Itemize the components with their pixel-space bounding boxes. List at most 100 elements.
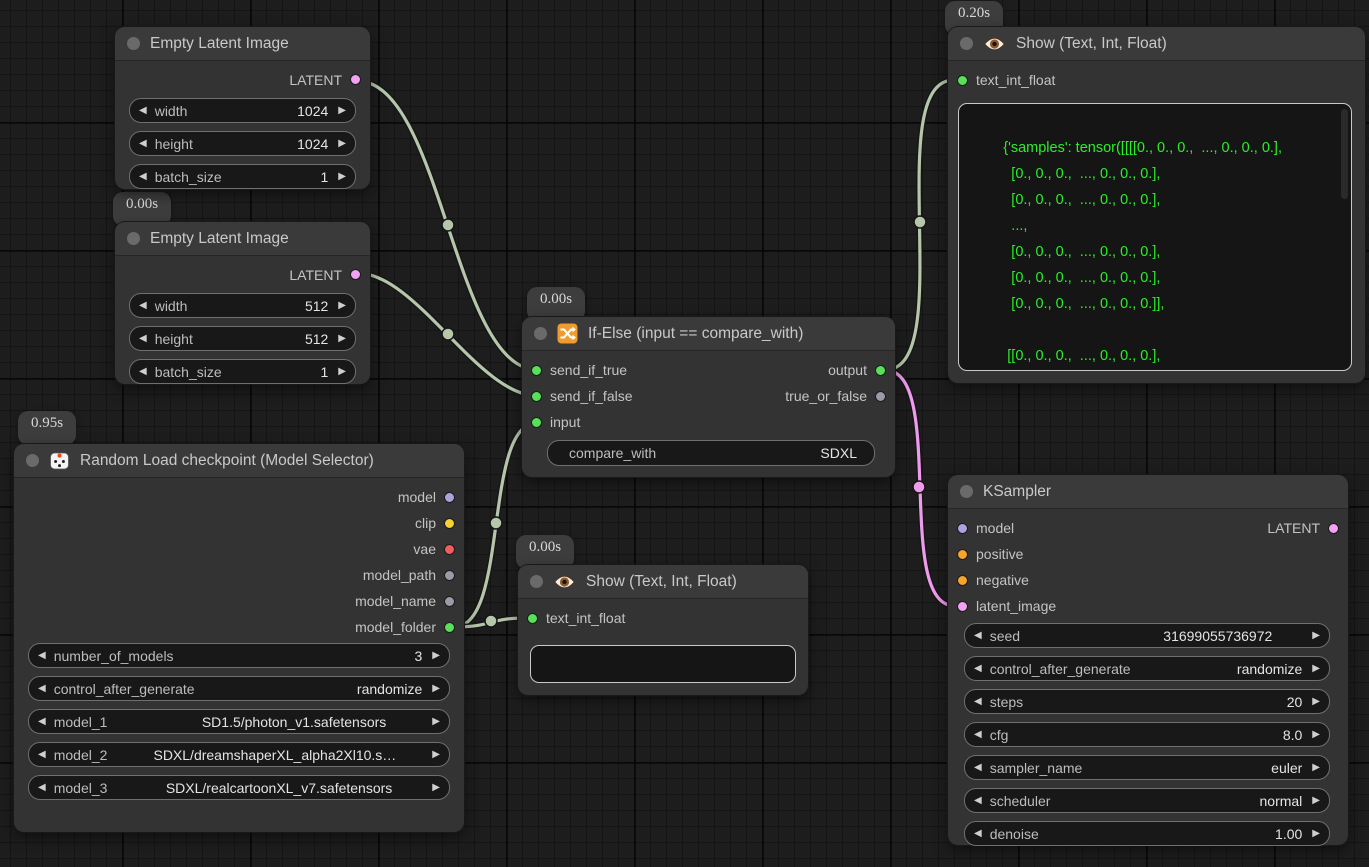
output-slot-latent[interactable] xyxy=(350,74,361,85)
node-empty-latent-image-2[interactable]: Empty Latent Image LATENT ◀ width 512 ▶ … xyxy=(115,222,370,384)
decrement-arrow-icon[interactable]: ◀ xyxy=(139,106,147,116)
collapse-dot-icon[interactable] xyxy=(127,37,140,50)
collapse-dot-icon[interactable] xyxy=(534,327,547,340)
decrement-arrow-icon[interactable]: ◀ xyxy=(38,684,46,694)
input-slot-text-int-float[interactable] xyxy=(957,75,968,86)
decrement-arrow-icon[interactable]: ◀ xyxy=(38,717,46,727)
increment-arrow-icon[interactable]: ▶ xyxy=(338,301,346,311)
node-random-load-checkpoint[interactable]: Random Load checkpoint (Model Selector) … xyxy=(14,444,464,832)
collapse-dot-icon[interactable] xyxy=(960,37,973,50)
output-slot-true-or-false[interactable] xyxy=(875,391,886,402)
increment-arrow-icon[interactable]: ▶ xyxy=(1312,796,1320,806)
widget-compare-with[interactable]: compare_with SDXL xyxy=(547,440,875,466)
input-slot-latent-image[interactable] xyxy=(957,601,968,612)
decrement-arrow-icon[interactable]: ◀ xyxy=(974,829,982,839)
node-show-text-small[interactable]: Show (Text, Int, Float) text_int_float S… xyxy=(518,565,808,695)
widget-batch-size[interactable]: ◀ batch_size 1 ▶ xyxy=(129,359,356,384)
increment-arrow-icon[interactable]: ▶ xyxy=(1312,829,1320,839)
widget-seed[interactable]: ◀ seed 31699055736972 ▶ xyxy=(964,623,1330,648)
widget-batch-size[interactable]: ◀ batch_size 1 ▶ xyxy=(129,164,356,189)
widget-model-2[interactable]: ◀ model_2 SDXL/dreamshaperXL_alpha2Xl10.… xyxy=(28,742,450,767)
decrement-arrow-icon[interactable]: ◀ xyxy=(139,172,147,182)
increment-arrow-icon[interactable]: ▶ xyxy=(432,750,440,760)
widget-value: SD1.5/photon_v1.safetensors xyxy=(202,714,386,730)
output-slot-model[interactable] xyxy=(444,492,455,503)
input-slot-positive[interactable] xyxy=(957,549,968,560)
output-slot-latent[interactable] xyxy=(350,269,361,280)
widget-cfg[interactable]: ◀ cfg 8.0 ▶ xyxy=(964,722,1330,747)
widget-model-3[interactable]: ◀ model_3 SDXL/realcartoonXL_v7.safetens… xyxy=(28,775,450,800)
increment-arrow-icon[interactable]: ▶ xyxy=(338,334,346,344)
increment-arrow-icon[interactable]: ▶ xyxy=(338,172,346,182)
increment-arrow-icon[interactable]: ▶ xyxy=(1312,631,1320,641)
collapse-dot-icon[interactable] xyxy=(960,485,973,498)
decrement-arrow-icon[interactable]: ◀ xyxy=(139,139,147,149)
node-empty-latent-image-1[interactable]: Empty Latent Image LATENT ◀ width 1024 ▶… xyxy=(115,27,370,189)
output-slot-output[interactable] xyxy=(875,365,886,376)
collapse-dot-icon[interactable] xyxy=(26,454,39,467)
wire-midpoint-dot[interactable] xyxy=(914,216,926,228)
input-slot-send-if-false[interactable] xyxy=(531,391,542,402)
decrement-arrow-icon[interactable]: ◀ xyxy=(38,783,46,793)
increment-arrow-icon[interactable]: ▶ xyxy=(338,139,346,149)
increment-arrow-icon[interactable]: ▶ xyxy=(1312,763,1320,773)
input-slot-model[interactable] xyxy=(957,523,968,534)
widget-steps[interactable]: ◀ steps 20 ▶ xyxy=(964,689,1330,714)
increment-arrow-icon[interactable]: ▶ xyxy=(1312,664,1320,674)
input-slot-send-if-true[interactable] xyxy=(531,365,542,376)
node-show-text-top[interactable]: Show (Text, Int, Float) text_int_float {… xyxy=(948,27,1365,383)
wire-midpoint-dot[interactable] xyxy=(913,481,925,493)
widget-width[interactable]: ◀ width 1024 ▶ xyxy=(129,98,356,123)
textbox-scrollbar[interactable] xyxy=(1341,109,1348,199)
increment-arrow-icon[interactable]: ▶ xyxy=(432,684,440,694)
increment-arrow-icon[interactable]: ▶ xyxy=(432,651,440,661)
increment-arrow-icon[interactable]: ▶ xyxy=(1312,730,1320,740)
decrement-arrow-icon[interactable]: ◀ xyxy=(974,631,982,641)
show-text-display[interactable]: {'samples': tensor([[[[0., 0., 0., ..., … xyxy=(958,103,1352,371)
increment-arrow-icon[interactable]: ▶ xyxy=(1312,697,1320,707)
widget-scheduler[interactable]: ◀ scheduler normal ▶ xyxy=(964,788,1330,813)
increment-arrow-icon[interactable]: ▶ xyxy=(432,783,440,793)
node-ksampler[interactable]: KSampler model LATENT positive negative … xyxy=(948,475,1348,845)
output-slot-vae[interactable] xyxy=(444,544,455,555)
widget-denoise[interactable]: ◀ denoise 1.00 ▶ xyxy=(964,821,1330,846)
output-slot-clip[interactable] xyxy=(444,518,455,529)
input-slot-text-int-float[interactable] xyxy=(527,613,538,624)
wire-midpoint-dot[interactable] xyxy=(442,219,454,231)
wire-midpoint-dot[interactable] xyxy=(490,517,502,529)
output-slot-model-path[interactable] xyxy=(444,570,455,581)
decrement-arrow-icon[interactable]: ◀ xyxy=(38,651,46,661)
output-slot-model-name[interactable] xyxy=(444,596,455,607)
widget-sampler-name[interactable]: ◀ sampler_name euler ▶ xyxy=(964,755,1330,780)
decrement-arrow-icon[interactable]: ◀ xyxy=(38,750,46,760)
decrement-arrow-icon[interactable]: ◀ xyxy=(139,334,147,344)
decrement-arrow-icon[interactable]: ◀ xyxy=(974,763,982,773)
node-graph-canvas[interactable]: 0.00s 0.95s 0.00s 0.00s 0.20s Empty Late… xyxy=(0,0,1369,867)
widget-number-of-models[interactable]: ◀ number_of_models 3 ▶ xyxy=(28,643,450,668)
decrement-arrow-icon[interactable]: ◀ xyxy=(974,796,982,806)
collapse-dot-icon[interactable] xyxy=(127,232,140,245)
widget-control-after-generate[interactable]: ◀ control_after_generate randomize ▶ xyxy=(28,676,450,701)
collapse-dot-icon[interactable] xyxy=(530,575,543,588)
decrement-arrow-icon[interactable]: ◀ xyxy=(139,367,147,377)
decrement-arrow-icon[interactable]: ◀ xyxy=(974,664,982,674)
widget-height[interactable]: ◀ height 1024 ▶ xyxy=(129,131,356,156)
widget-width[interactable]: ◀ width 512 ▶ xyxy=(129,293,356,318)
output-slot-model-folder[interactable] xyxy=(444,622,455,633)
widget-control-after-generate[interactable]: ◀ control_after_generate randomize ▶ xyxy=(964,656,1330,681)
decrement-arrow-icon[interactable]: ◀ xyxy=(139,301,147,311)
output-slot-latent[interactable] xyxy=(1328,523,1339,534)
input-slot-input[interactable] xyxy=(531,417,542,428)
input-slot-negative[interactable] xyxy=(957,575,968,586)
widget-height[interactable]: ◀ height 512 ▶ xyxy=(129,326,356,351)
decrement-arrow-icon[interactable]: ◀ xyxy=(974,730,982,740)
show-text-display[interactable]: SDXL xyxy=(530,645,796,683)
increment-arrow-icon[interactable]: ▶ xyxy=(338,367,346,377)
increment-arrow-icon[interactable]: ▶ xyxy=(338,106,346,116)
wire-midpoint-dot[interactable] xyxy=(485,615,497,627)
wire-midpoint-dot[interactable] xyxy=(442,328,454,340)
node-if-else[interactable]: If-Else (input == compare_with) send_if_… xyxy=(522,317,895,477)
increment-arrow-icon[interactable]: ▶ xyxy=(432,717,440,727)
widget-model-1[interactable]: ◀ model_1 SD1.5/photon_v1.safetensors ▶ xyxy=(28,709,450,734)
decrement-arrow-icon[interactable]: ◀ xyxy=(974,697,982,707)
